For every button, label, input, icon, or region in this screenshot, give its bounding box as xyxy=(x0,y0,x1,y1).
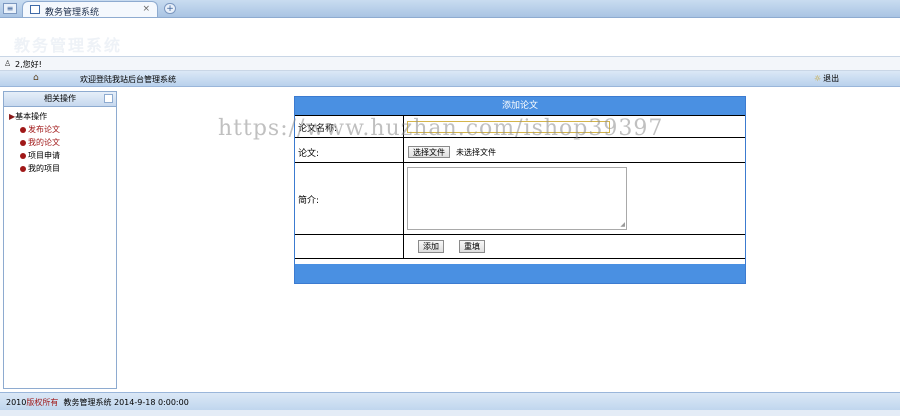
menu-icon[interactable]: ≡ xyxy=(3,3,17,14)
file-status: 未选择文件 xyxy=(456,148,496,157)
footer-rights: 版权所有 xyxy=(26,398,59,407)
reset-button[interactable]: 重填 xyxy=(459,240,485,253)
bullet-icon xyxy=(20,165,26,172)
divider xyxy=(295,258,745,259)
user-greeting: 2,您好! xyxy=(15,60,42,69)
sidebar-item-my-papers[interactable]: 我的论文 xyxy=(20,137,60,148)
new-tab-icon[interactable]: + xyxy=(164,3,176,14)
sidebar-item-my-projects[interactable]: 我的项目 xyxy=(20,163,60,174)
sidebar-item-label: 我的项目 xyxy=(28,164,60,173)
intro-textarea[interactable]: ◢ xyxy=(407,167,627,230)
tree-root[interactable]: ▶基本操作 xyxy=(9,111,47,122)
title-label: 论文名称: xyxy=(298,124,338,134)
user-icon: ♙ xyxy=(4,59,12,68)
browser-tab[interactable]: 教务管理系统 × xyxy=(22,1,158,18)
divider xyxy=(295,137,745,138)
submit-button[interactable]: 添加 xyxy=(418,240,444,253)
sidebar-item-project-apply[interactable]: 项目申请 xyxy=(20,150,60,161)
paper-title-input[interactable] xyxy=(407,121,610,133)
footer-system: 教务管理系统 xyxy=(63,398,112,407)
home-icon[interactable]: ⌂ xyxy=(33,73,39,83)
divider xyxy=(295,162,745,163)
banner-title: 教务管理系统 xyxy=(14,36,123,55)
bullet-icon xyxy=(20,152,26,159)
footer-date: 2014-9-18 0:00:00 xyxy=(114,398,189,407)
page-icon xyxy=(30,5,40,14)
form-header: 添加论文 xyxy=(295,97,745,115)
resize-grip-icon[interactable]: ◢ xyxy=(620,222,625,228)
divider xyxy=(403,115,404,259)
sidebar-item-label: 发布论文 xyxy=(28,125,60,134)
tab-title: 教务管理系统 xyxy=(45,8,100,18)
logout-icon: ☼ xyxy=(814,74,822,83)
sidebar-item-label: 项目申请 xyxy=(28,151,60,160)
divider xyxy=(295,234,745,235)
tree-root-label: 基本操作 xyxy=(15,112,48,121)
bullet-icon xyxy=(20,139,26,146)
user-bar: ♙ 2,您好! xyxy=(0,56,900,71)
footer: 2010版权所有 教务管理系统 2014-9-18 0:00:00 xyxy=(0,392,900,410)
form-footer xyxy=(295,264,745,283)
choose-file-button[interactable]: 选择文件 xyxy=(408,146,450,158)
bullet-icon xyxy=(20,126,26,133)
divider xyxy=(295,115,745,116)
logout-label: 退出 xyxy=(823,74,840,83)
sidebar-title: 相关操作 xyxy=(44,94,76,103)
collapse-icon[interactable] xyxy=(104,94,113,103)
banner: 教务管理系统 xyxy=(0,18,900,55)
sidebar-item-publish-paper[interactable]: 发布论文 xyxy=(20,124,60,135)
nav-bar: ⌂ 欢迎登陆我站后台管理系统 ☼ 退出 xyxy=(0,71,900,87)
logout-link[interactable]: ☼ 退出 xyxy=(814,73,839,84)
welcome-text: 欢迎登陆我站后台管理系统 xyxy=(80,75,176,84)
status-strip xyxy=(0,410,900,416)
footer-text: 2010版权所有 教务管理系统 2014-9-18 0:00:00 xyxy=(6,397,189,408)
footer-year: 2010 xyxy=(6,398,27,407)
intro-label: 简介: xyxy=(298,196,320,206)
close-icon[interactable]: × xyxy=(142,4,150,14)
file-label: 论文: xyxy=(298,149,320,159)
sidebar-header: 相关操作 xyxy=(4,92,116,107)
add-paper-form: 添加论文 论文名称: 论文: 选择文件 未选择文件 简介: ◢ 添加 重填 xyxy=(294,96,746,284)
browser-tab-bar: ≡ 教务管理系统 × + xyxy=(0,0,900,18)
sidebar: 相关操作 ▶基本操作 发布论文 我的论文 项目申请 我的项目 xyxy=(3,91,117,389)
sidebar-item-label: 我的论文 xyxy=(28,138,60,147)
